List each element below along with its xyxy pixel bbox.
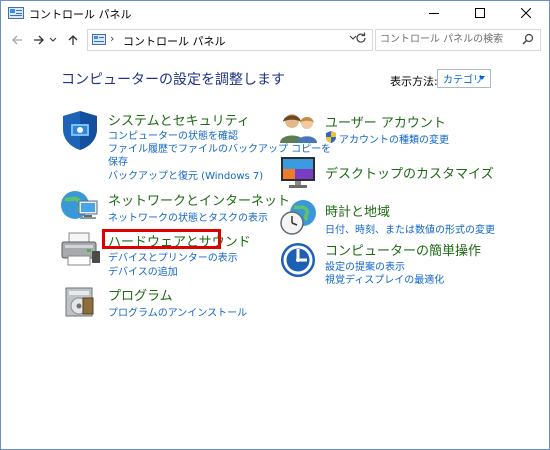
- up-button[interactable]: [63, 30, 83, 50]
- chevron-down-icon: [49, 37, 57, 42]
- category-network-internet[interactable]: ネットワークとインターネット: [108, 190, 290, 209]
- close-icon: [521, 8, 531, 18]
- refresh-button[interactable]: [353, 30, 369, 46]
- up-arrow-icon: [68, 35, 78, 45]
- clock-globe-icon[interactable]: [279, 197, 319, 237]
- title-bar: コントロール パネル: [1, 1, 549, 25]
- control-panel-window: コントロール パネル › コントロール パネル コントロール パネルの検索 コン…: [0, 0, 550, 450]
- view-by-dropdown[interactable]: カテゴリ: [437, 69, 491, 88]
- printer-icon[interactable]: [59, 229, 101, 269]
- refresh-icon: [356, 32, 366, 43]
- control-panel-icon: [8, 7, 24, 19]
- view-by-label: 表示方法:: [390, 75, 438, 88]
- link-devices-printers[interactable]: デバイスとプリンターの表示: [108, 249, 238, 264]
- link-change-account-type[interactable]: アカウントの種類の変更: [339, 131, 449, 146]
- breadcrumb-separator-icon: ›: [110, 32, 115, 45]
- link-network-status-tasks[interactable]: ネットワークの状態とタスクの表示: [108, 209, 268, 224]
- network-globe-icon[interactable]: [59, 187, 101, 227]
- shield-icon[interactable]: [59, 109, 101, 151]
- close-button[interactable]: [503, 1, 549, 25]
- forward-arrow-icon: [34, 35, 44, 45]
- forward-button[interactable]: [29, 30, 49, 50]
- category-user-accounts[interactable]: ユーザー アカウント: [325, 112, 446, 131]
- recent-locations-button[interactable]: [47, 30, 59, 50]
- address-path[interactable]: コントロール パネル: [123, 33, 226, 49]
- category-programs[interactable]: プログラム: [108, 285, 173, 304]
- programs-icon[interactable]: [61, 284, 99, 320]
- view-by-value: カテゴリ: [443, 75, 483, 86]
- ease-of-access-icon[interactable]: [279, 241, 319, 279]
- search-box[interactable]: [375, 29, 541, 51]
- minimize-icon: [429, 13, 439, 14]
- maximize-button[interactable]: [457, 1, 503, 25]
- link-optimize-visual-display[interactable]: 視覚ディスプレイの最適化: [325, 271, 444, 286]
- dropdown-arrow-icon: [479, 76, 485, 80]
- back-arrow-icon: [12, 35, 22, 45]
- navigation-bar: › コントロール パネル: [1, 27, 549, 53]
- category-clock-region[interactable]: 時計と地域: [325, 201, 390, 220]
- search-input[interactable]: [380, 32, 516, 46]
- desktop-personalization-icon[interactable]: [279, 155, 319, 191]
- uac-shield-icon: [326, 131, 336, 143]
- window-title: コントロール パネル: [29, 8, 132, 21]
- highlight-box: [102, 229, 221, 249]
- link-file-history-save[interactable]: 保存: [108, 153, 128, 168]
- page-title: コンピューターの設定を調整します: [61, 72, 285, 88]
- link-backup-restore[interactable]: バックアップと復元 (Windows 7): [108, 167, 263, 182]
- minimize-button[interactable]: [411, 1, 457, 25]
- category-ease-of-access[interactable]: コンピューターの簡単操作: [325, 240, 481, 259]
- back-button[interactable]: [7, 30, 27, 50]
- link-add-device[interactable]: デバイスの追加: [108, 263, 178, 278]
- category-appearance-personalization[interactable]: デスクトップのカスタマイズ: [325, 163, 494, 182]
- users-icon[interactable]: [279, 111, 319, 145]
- address-bar[interactable]: › コントロール パネル: [87, 29, 373, 51]
- link-change-date-time-format[interactable]: 日付、時刻、または数値の形式の変更: [325, 221, 495, 236]
- control-panel-icon: [92, 34, 106, 45]
- search-icon[interactable]: [522, 33, 534, 45]
- maximize-icon: [475, 8, 485, 18]
- link-uninstall-program[interactable]: プログラムのアンインストール: [108, 304, 247, 319]
